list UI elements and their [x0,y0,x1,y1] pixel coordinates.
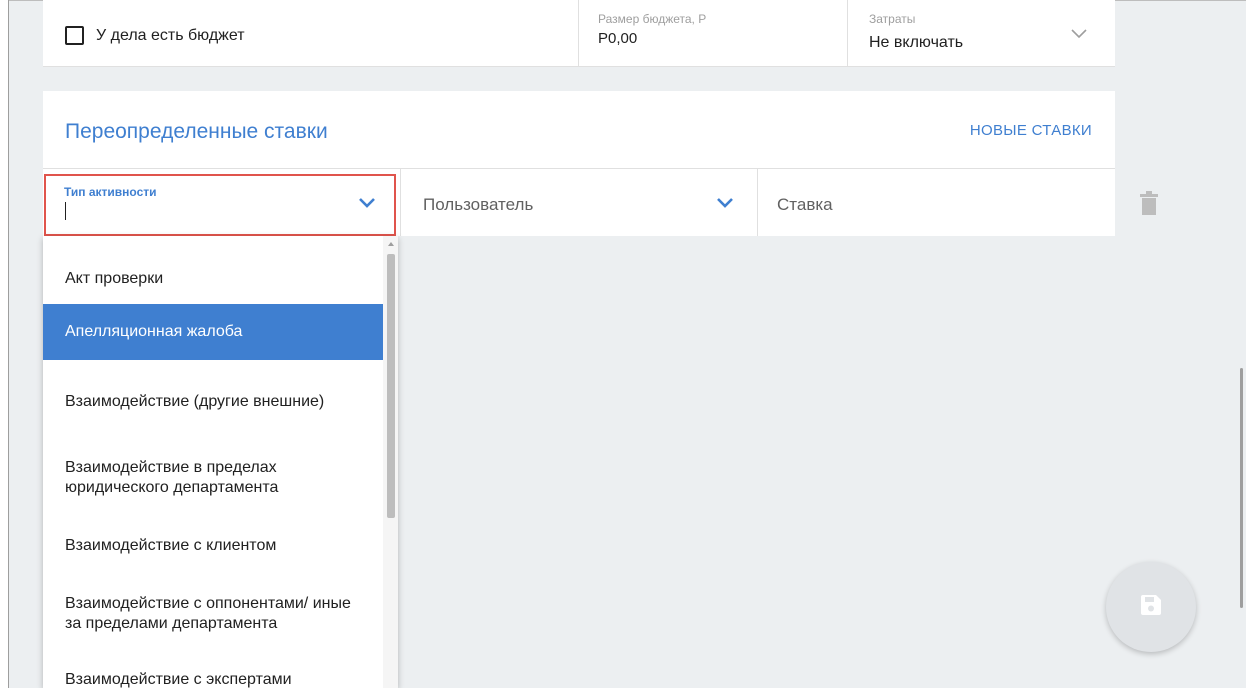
window-left-edge [0,0,9,688]
costs-label: Затраты [869,12,916,26]
activity-type-input[interactable] [63,199,343,221]
dropdown-option[interactable]: Взаимодействие в пределах юридического д… [43,446,383,510]
dropdown-option[interactable]: Взаимодействие с экспертами [43,660,383,688]
section-title: Переопределенные ставки [65,120,328,143]
has-budget-checkbox[interactable] [65,26,84,45]
dropdown-option-selected[interactable]: Апелляционная жалоба [43,304,383,360]
costs-select-value[interactable]: Не включать [869,34,963,52]
activity-type-label: Тип активности [64,185,157,199]
new-rates-button[interactable]: НОВЫЕ СТАВКИ [970,122,1092,139]
budget-size-label: Размер бюджета, Р [598,12,707,26]
page-scrollbar[interactable] [1240,368,1243,608]
has-budget-label: У дела есть бюджет [96,26,245,44]
divider [757,169,758,236]
rate-input[interactable]: Ставка [777,195,833,215]
divider [43,168,1115,169]
user-select[interactable]: Пользователь [423,195,533,215]
trash-icon[interactable] [1140,191,1158,220]
budget-size-field[interactable]: Р0,00 [598,30,637,47]
save-icon [1140,594,1162,621]
budget-checkbox-row[interactable]: У дела есть бюджет [65,26,245,45]
scroll-up-arrow-icon[interactable] [388,242,394,246]
text-cursor [65,202,66,220]
divider [400,169,401,236]
save-button[interactable] [1106,562,1196,652]
dropdown-option[interactable]: Взаимодействие с оппонентами/ иные за пр… [43,582,383,646]
dropdown-option[interactable]: Акт проверки [43,253,383,305]
dropdown-option[interactable]: Взаимодействие (другие внешние) [43,370,383,434]
divider [578,0,579,67]
dropdown-option[interactable]: Взаимодействие с клиентом [43,520,383,572]
overridden-rates-card: Переопределенные ставки НОВЫЕ СТАВКИ Тип… [43,91,1115,236]
dropdown-scrollbar-thumb[interactable] [387,254,395,518]
divider [847,0,848,67]
chevron-down-icon[interactable] [716,196,734,214]
activity-type-dropdown[interactable]: Акт проверки Апелляционная жалоба Взаимо… [43,236,398,688]
budget-card: У дела есть бюджет Размер бюджета, Р Р0,… [43,0,1115,67]
chevron-down-icon[interactable] [358,196,376,214]
chevron-down-icon[interactable] [1071,26,1087,44]
